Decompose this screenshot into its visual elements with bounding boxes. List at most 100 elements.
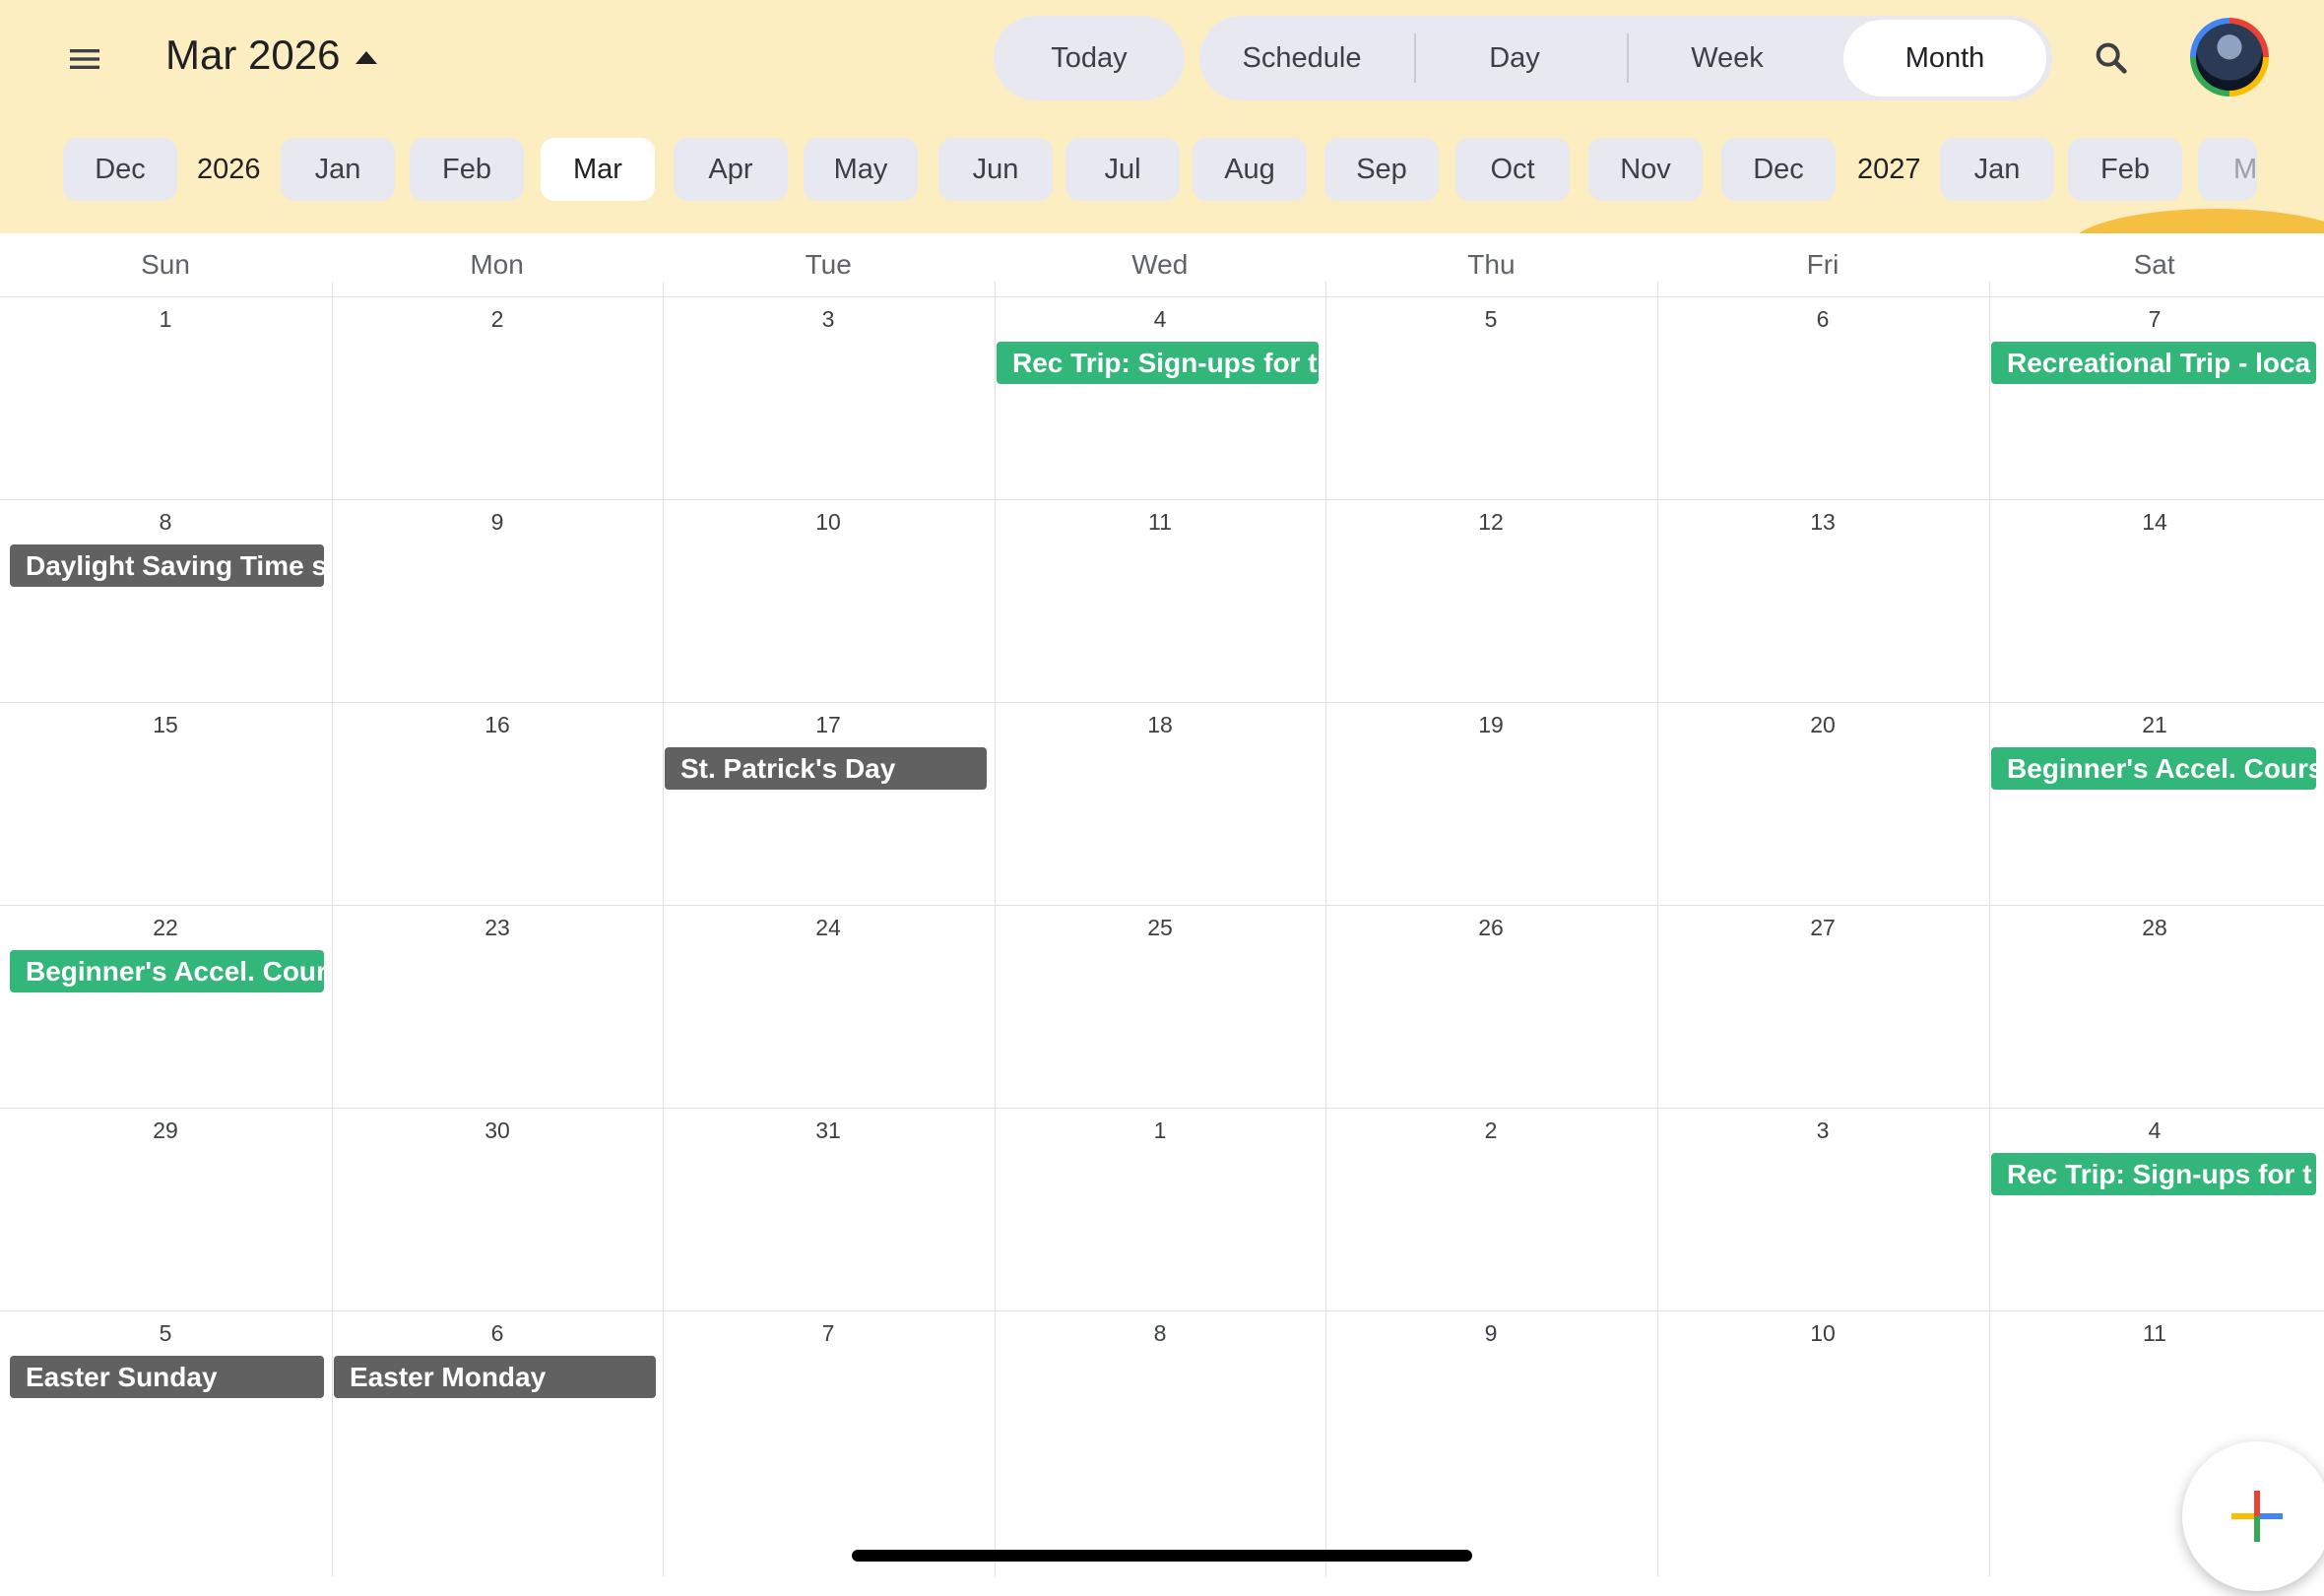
day-cell[interactable]: 2 — [332, 296, 663, 499]
day-cell[interactable]: 3 — [663, 296, 994, 499]
day-cell[interactable]: 6 — [332, 1310, 663, 1513]
month-chip-oct[interactable]: Oct — [1455, 138, 1570, 201]
day-number: 7 — [821, 1320, 835, 1346]
day-cell[interactable]: 21 — [1989, 702, 2320, 905]
day-number: 16 — [484, 712, 510, 737]
view-tab-week[interactable]: Week — [1629, 20, 1826, 96]
day-cell[interactable]: 5 — [0, 1310, 331, 1513]
event-chip[interactable]: Easter Monday — [334, 1356, 656, 1398]
day-cell[interactable]: 8 — [995, 1310, 1325, 1513]
day-cell[interactable]: 30 — [332, 1108, 663, 1310]
day-number: 6 — [490, 1320, 504, 1346]
day-cell[interactable]: 4 — [995, 296, 1325, 499]
day-number: 6 — [1816, 306, 1830, 332]
weekday-sat: Sat — [2133, 249, 2175, 280]
day-cell[interactable]: 23 — [332, 905, 663, 1108]
day-cell[interactable]: 17 — [663, 702, 994, 905]
day-cell[interactable]: 20 — [1657, 702, 1988, 905]
day-number: 12 — [1478, 509, 1504, 535]
header-decoration — [2068, 209, 2324, 233]
view-tab-day[interactable]: Day — [1416, 20, 1613, 96]
month-chip-dec[interactable]: Dec — [1721, 138, 1836, 201]
day-cell[interactable]: 8 — [0, 499, 331, 702]
event-chip[interactable]: Rec Trip: Sign-ups for t — [1991, 1153, 2316, 1195]
month-chip-feb[interactable]: Feb — [2068, 138, 2182, 201]
search-button[interactable] — [2080, 32, 2143, 85]
day-cell[interactable]: 25 — [995, 905, 1325, 1108]
event-chip[interactable]: Daylight Saving Time s — [10, 544, 324, 587]
add-icon — [2231, 1491, 2283, 1542]
event-chip[interactable]: St. Patrick's Day — [665, 747, 987, 790]
month-chip-jan[interactable]: Jan — [281, 138, 395, 201]
event-chip[interactable]: Recreational Trip - loca — [1991, 342, 2316, 384]
day-number: 1 — [159, 306, 172, 332]
month-chip-jan[interactable]: Jan — [1940, 138, 2054, 201]
day-cell[interactable]: 11 — [995, 499, 1325, 702]
weekday-fri: Fri — [1806, 249, 1840, 280]
weekday-thu: Thu — [1467, 249, 1516, 280]
day-cell[interactable]: 26 — [1325, 905, 1656, 1108]
month-chip-m[interactable]: M — [2198, 138, 2257, 201]
day-cell[interactable]: 2 — [1325, 1108, 1656, 1310]
month-chip-apr[interactable]: Apr — [674, 138, 788, 201]
search-icon — [2096, 42, 2127, 74]
day-number: 17 — [815, 712, 841, 737]
day-cell[interactable]: 22 — [0, 905, 331, 1108]
day-cell[interactable]: 10 — [663, 499, 994, 702]
day-cell[interactable]: 18 — [995, 702, 1325, 905]
day-number: 7 — [2148, 306, 2162, 332]
month-picker-toggle[interactable]: Mar 2026 — [165, 32, 378, 79]
day-cell[interactable]: 14 — [1989, 499, 2320, 702]
event-chip[interactable]: Easter Sunday — [10, 1356, 324, 1398]
day-cell[interactable]: 13 — [1657, 499, 1988, 702]
day-cell[interactable]: 5 — [1325, 296, 1656, 499]
month-chip-sep[interactable]: Sep — [1324, 138, 1439, 201]
day-cell[interactable]: 27 — [1657, 905, 1988, 1108]
day-cell[interactable]: 6 — [1657, 296, 1988, 499]
day-cell[interactable]: 7 — [663, 1310, 994, 1513]
day-cell[interactable]: 15 — [0, 702, 331, 905]
day-cell[interactable]: 3 — [1657, 1108, 1988, 1310]
day-cell[interactable]: 7 — [1989, 296, 2320, 499]
month-chip-may[interactable]: May — [804, 138, 918, 201]
day-cell[interactable]: 28 — [1989, 905, 2320, 1108]
month-chip-jun[interactable]: Jun — [938, 138, 1053, 201]
day-number: 4 — [2148, 1117, 2162, 1143]
day-cell[interactable]: 9 — [332, 499, 663, 702]
day-cell[interactable]: 10 — [1657, 1310, 1988, 1513]
today-button[interactable]: Today — [994, 16, 1185, 100]
main-menu-button[interactable] — [53, 28, 116, 91]
month-strip: Dec 2026 Jan Feb Mar Apr May Jun Jul Aug Sep Oct Nov… — [0, 138, 2324, 201]
top-app-bar: Mar 2026 Today Schedule Day Week Month D… — [0, 0, 2324, 233]
event-chip[interactable]: Beginner's Accel. Cour — [10, 950, 324, 992]
weekday-header-row: Sun Mon Tue Wed Thu Fri Sat — [0, 233, 2324, 296]
avatar-image — [2196, 24, 2263, 91]
day-cell[interactable]: 29 — [0, 1108, 331, 1310]
day-number: 23 — [484, 915, 510, 940]
day-cell[interactable]: 4 — [1989, 1108, 2320, 1310]
day-cell[interactable]: 31 — [663, 1108, 994, 1310]
day-cell[interactable]: 16 — [332, 702, 663, 905]
day-cell[interactable]: 19 — [1325, 702, 1656, 905]
day-cell[interactable]: 1 — [995, 1108, 1325, 1310]
view-tab-schedule[interactable]: Schedule — [1203, 20, 1400, 96]
create-event-button[interactable] — [2182, 1441, 2324, 1591]
day-cell[interactable]: 1 — [0, 296, 331, 499]
day-number: 10 — [1810, 1320, 1836, 1346]
month-chip-mar[interactable]: Mar — [541, 138, 655, 201]
month-chip-aug[interactable]: Aug — [1193, 138, 1307, 201]
event-chip[interactable]: Beginner's Accel. Cours — [1991, 747, 2316, 790]
month-chip-feb[interactable]: Feb — [410, 138, 524, 201]
day-number: 15 — [153, 712, 178, 737]
month-chip-dec[interactable]: Dec — [63, 138, 177, 201]
month-chip-jul[interactable]: Jul — [1065, 138, 1180, 201]
day-number: 2 — [490, 306, 504, 332]
event-chip[interactable]: Rec Trip: Sign-ups for t — [997, 342, 1319, 384]
day-cell[interactable]: 12 — [1325, 499, 1656, 702]
view-tab-month[interactable]: Month — [1843, 20, 2046, 96]
day-cell[interactable]: 9 — [1325, 1310, 1656, 1513]
account-avatar[interactable] — [2190, 18, 2269, 96]
month-chip-nov[interactable]: Nov — [1588, 138, 1703, 201]
day-number: 9 — [490, 509, 504, 535]
day-cell[interactable]: 24 — [663, 905, 994, 1108]
